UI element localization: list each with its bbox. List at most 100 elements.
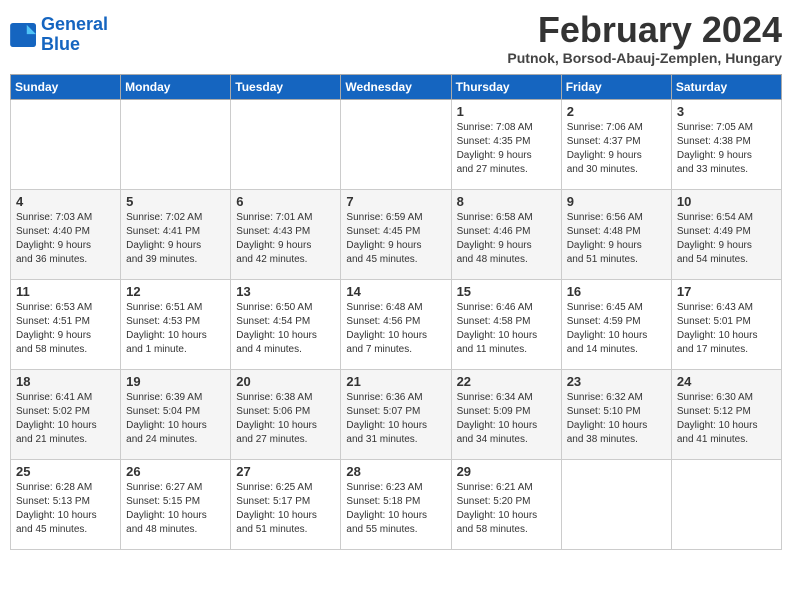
calendar-cell: 16 Sunrise: 6:45 AM Sunset: 4:59 PM Dayli… <box>561 279 671 369</box>
day-number: 13 <box>236 284 335 299</box>
day-info: Sunrise: 6:51 AM Sunset: 4:53 PM Dayligh… <box>126 301 225 357</box>
calendar-week-5: 25 Sunrise: 6:28 AM Sunset: 5:13 PM Dayli… <box>11 459 782 549</box>
day-info: Sunrise: 7:05 AM Sunset: 4:38 PM Dayligh… <box>677 121 776 177</box>
day-info: Sunrise: 6:46 AM Sunset: 4:58 PM Dayligh… <box>457 301 556 357</box>
day-number: 16 <box>567 284 666 299</box>
calendar-cell: 15 Sunrise: 6:46 AM Sunset: 4:58 PM Dayli… <box>451 279 561 369</box>
calendar-cell: 5 Sunrise: 7:02 AM Sunset: 4:41 PM Daylig… <box>121 189 231 279</box>
calendar-cell: 22 Sunrise: 6:34 AM Sunset: 5:09 PM Dayli… <box>451 369 561 459</box>
day-number: 6 <box>236 194 335 209</box>
calendar-cell: 7 Sunrise: 6:59 AM Sunset: 4:45 PM Daylig… <box>341 189 451 279</box>
day-number: 20 <box>236 374 335 389</box>
calendar-cell <box>561 459 671 549</box>
day-info: Sunrise: 6:39 AM Sunset: 5:04 PM Dayligh… <box>126 391 225 447</box>
day-number: 19 <box>126 374 225 389</box>
day-info: Sunrise: 6:34 AM Sunset: 5:09 PM Dayligh… <box>457 391 556 447</box>
header-day-friday: Friday <box>561 74 671 99</box>
day-number: 11 <box>16 284 115 299</box>
day-number: 15 <box>457 284 556 299</box>
day-info: Sunrise: 6:56 AM Sunset: 4:48 PM Dayligh… <box>567 211 666 267</box>
calendar-cell: 26Sunrise: 6:27 AM Sunset: 5:15 PM Dayli… <box>121 459 231 549</box>
calendar-cell: 25 Sunrise: 6:28 AM Sunset: 5:13 PM Dayli… <box>11 459 121 549</box>
calendar-week-4: 18 Sunrise: 6:41 AM Sunset: 5:02 PM Dayli… <box>11 369 782 459</box>
calendar-cell: 23 Sunrise: 6:32 AM Sunset: 5:10 PM Dayli… <box>561 369 671 459</box>
calendar-cell: 2Sunrise: 7:06 AM Sunset: 4:37 PM Daylig… <box>561 99 671 189</box>
logo: General Blue <box>10 10 108 55</box>
calendar-cell <box>231 99 341 189</box>
header-day-saturday: Saturday <box>671 74 781 99</box>
calendar-cell: 6 Sunrise: 7:01 AM Sunset: 4:43 PM Daylig… <box>231 189 341 279</box>
calendar-cell: 13 Sunrise: 6:50 AM Sunset: 4:54 PM Dayli… <box>231 279 341 369</box>
logo-blue: Blue <box>41 34 80 54</box>
calendar-table: SundayMondayTuesdayWednesdayThursdayFrid… <box>10 74 782 550</box>
day-info: Sunrise: 6:25 AM Sunset: 5:17 PM Dayligh… <box>236 481 335 537</box>
month-title: February 2024 <box>507 10 782 50</box>
calendar-cell: 11 Sunrise: 6:53 AM Sunset: 4:51 PM Dayli… <box>11 279 121 369</box>
day-info: Sunrise: 6:50 AM Sunset: 4:54 PM Dayligh… <box>236 301 335 357</box>
day-info: Sunrise: 6:38 AM Sunset: 5:06 PM Dayligh… <box>236 391 335 447</box>
day-info: Sunrise: 7:01 AM Sunset: 4:43 PM Dayligh… <box>236 211 335 267</box>
location-title: Putnok, Borsod-Abauj-Zemplen, Hungary <box>507 50 782 66</box>
day-number: 25 <box>16 464 115 479</box>
calendar-cell: 3 Sunrise: 7:05 AM Sunset: 4:38 PM Daylig… <box>671 99 781 189</box>
calendar-cell: 27Sunrise: 6:25 AM Sunset: 5:17 PM Dayli… <box>231 459 341 549</box>
calendar-cell: 18 Sunrise: 6:41 AM Sunset: 5:02 PM Dayli… <box>11 369 121 459</box>
calendar-week-1: 1 Sunrise: 7:08 AM Sunset: 4:35 PM Daylig… <box>11 99 782 189</box>
day-number: 7 <box>346 194 445 209</box>
day-info: Sunrise: 6:21 AM Sunset: 5:20 PM Dayligh… <box>457 481 556 537</box>
day-info: Sunrise: 6:54 AM Sunset: 4:49 PM Dayligh… <box>677 211 776 267</box>
header-day-tuesday: Tuesday <box>231 74 341 99</box>
day-info: Sunrise: 6:28 AM Sunset: 5:13 PM Dayligh… <box>16 481 115 537</box>
header: General Blue February 2024 Putnok, Borso… <box>10 10 782 66</box>
day-number: 12 <box>126 284 225 299</box>
day-info: Sunrise: 7:06 AM Sunset: 4:37 PM Dayligh… <box>567 121 666 177</box>
calendar-cell: 20 Sunrise: 6:38 AM Sunset: 5:06 PM Dayli… <box>231 369 341 459</box>
day-number: 22 <box>457 374 556 389</box>
day-info: Sunrise: 6:48 AM Sunset: 4:56 PM Dayligh… <box>346 301 445 357</box>
calendar-cell: 1 Sunrise: 7:08 AM Sunset: 4:35 PM Daylig… <box>451 99 561 189</box>
day-number: 29 <box>457 464 556 479</box>
day-info: Sunrise: 6:23 AM Sunset: 5:18 PM Dayligh… <box>346 481 445 537</box>
day-number: 28 <box>346 464 445 479</box>
calendar-cell: 9Sunrise: 6:56 AM Sunset: 4:48 PM Daylig… <box>561 189 671 279</box>
day-info: Sunrise: 6:45 AM Sunset: 4:59 PM Dayligh… <box>567 301 666 357</box>
day-info: Sunrise: 6:36 AM Sunset: 5:07 PM Dayligh… <box>346 391 445 447</box>
calendar-cell: 4 Sunrise: 7:03 AM Sunset: 4:40 PM Daylig… <box>11 189 121 279</box>
calendar-cell: 14 Sunrise: 6:48 AM Sunset: 4:56 PM Dayli… <box>341 279 451 369</box>
day-info: Sunrise: 6:43 AM Sunset: 5:01 PM Dayligh… <box>677 301 776 357</box>
day-info: Sunrise: 6:30 AM Sunset: 5:12 PM Dayligh… <box>677 391 776 447</box>
calendar-cell: 19 Sunrise: 6:39 AM Sunset: 5:04 PM Dayli… <box>121 369 231 459</box>
header-day-monday: Monday <box>121 74 231 99</box>
day-number: 17 <box>677 284 776 299</box>
day-info: Sunrise: 6:41 AM Sunset: 5:02 PM Dayligh… <box>16 391 115 447</box>
day-number: 4 <box>16 194 115 209</box>
calendar-cell <box>11 99 121 189</box>
day-number: 1 <box>457 104 556 119</box>
calendar-cell: 29 Sunrise: 6:21 AM Sunset: 5:20 PM Dayli… <box>451 459 561 549</box>
calendar-cell: 24 Sunrise: 6:30 AM Sunset: 5:12 PM Dayli… <box>671 369 781 459</box>
day-number: 18 <box>16 374 115 389</box>
logo-general: General <box>41 14 108 34</box>
day-info: Sunrise: 6:53 AM Sunset: 4:51 PM Dayligh… <box>16 301 115 357</box>
day-number: 26 <box>126 464 225 479</box>
calendar-cell: 21 Sunrise: 6:36 AM Sunset: 5:07 PM Dayli… <box>341 369 451 459</box>
calendar-cell <box>671 459 781 549</box>
day-number: 3 <box>677 104 776 119</box>
calendar-cell: 10Sunrise: 6:54 AM Sunset: 4:49 PM Dayli… <box>671 189 781 279</box>
day-number: 24 <box>677 374 776 389</box>
day-info: Sunrise: 7:03 AM Sunset: 4:40 PM Dayligh… <box>16 211 115 267</box>
day-number: 14 <box>346 284 445 299</box>
day-number: 23 <box>567 374 666 389</box>
calendar-cell: 28 Sunrise: 6:23 AM Sunset: 5:18 PM Dayli… <box>341 459 451 549</box>
title-block: February 2024 Putnok, Borsod-Abauj-Zempl… <box>507 10 782 66</box>
day-info: Sunrise: 6:58 AM Sunset: 4:46 PM Dayligh… <box>457 211 556 267</box>
day-info: Sunrise: 7:08 AM Sunset: 4:35 PM Dayligh… <box>457 121 556 177</box>
calendar-cell <box>341 99 451 189</box>
day-info: Sunrise: 7:02 AM Sunset: 4:41 PM Dayligh… <box>126 211 225 267</box>
calendar-cell <box>121 99 231 189</box>
day-number: 5 <box>126 194 225 209</box>
calendar-week-3: 11 Sunrise: 6:53 AM Sunset: 4:51 PM Dayli… <box>11 279 782 369</box>
day-number: 21 <box>346 374 445 389</box>
day-info: Sunrise: 6:32 AM Sunset: 5:10 PM Dayligh… <box>567 391 666 447</box>
day-info: Sunrise: 6:59 AM Sunset: 4:45 PM Dayligh… <box>346 211 445 267</box>
